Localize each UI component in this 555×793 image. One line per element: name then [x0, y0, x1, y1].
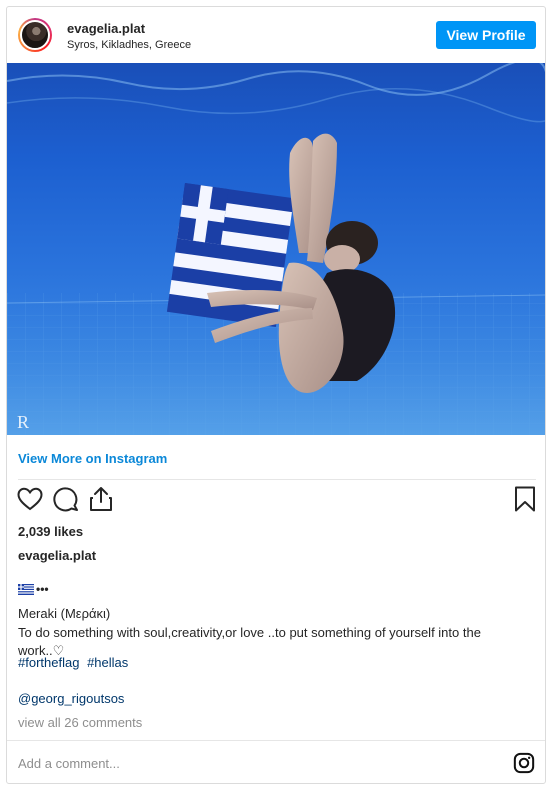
instagram-embed-card: evagelia.plat Syros, Kikladhes, Greece V…: [6, 6, 546, 784]
hashtag-link[interactable]: #fortheflag: [18, 655, 79, 670]
header-username[interactable]: evagelia.plat: [67, 21, 145, 36]
instagram-logo-icon[interactable]: [513, 752, 535, 774]
post-photo[interactable]: R: [7, 63, 545, 435]
add-comment-bar: [7, 740, 545, 783]
likes-count[interactable]: 2,039 likes: [18, 524, 83, 539]
view-profile-button[interactable]: View Profile: [436, 21, 536, 49]
caption-body-line-1: To do something with soul,creativity,or …: [18, 625, 481, 640]
comment-icon[interactable]: [52, 485, 80, 513]
header-location[interactable]: Syros, Kikladhes, Greece: [67, 39, 191, 51]
view-more-on-instagram-link[interactable]: View More on Instagram: [18, 451, 167, 466]
share-icon[interactable]: [87, 485, 115, 513]
post-header: evagelia.plat Syros, Kikladhes, Greece V…: [7, 7, 545, 65]
heart-icon[interactable]: [16, 485, 44, 513]
bookmark-icon[interactable]: [511, 485, 539, 513]
add-comment-input[interactable]: [18, 753, 458, 773]
avatar-image: [20, 20, 50, 50]
caption-dots: •••: [36, 582, 49, 596]
caption-username[interactable]: evagelia.plat: [18, 548, 96, 563]
divider: [18, 479, 536, 480]
caption-emoji-line: •••: [18, 582, 49, 596]
view-all-comments-link[interactable]: view all 26 comments: [18, 715, 142, 730]
caption-hashtags: #fortheflag #hellas: [18, 655, 132, 670]
photo-watermark: R: [17, 412, 29, 432]
hashtag-link[interactable]: #hellas: [87, 655, 128, 670]
post-photo-illustration: R: [7, 63, 545, 435]
greek-flag-icon: [18, 583, 34, 595]
mention-link[interactable]: @georg_rigoutsos: [18, 691, 124, 706]
caption-title: Meraki (Μεράκι): [18, 606, 111, 621]
avatar[interactable]: [18, 18, 52, 52]
